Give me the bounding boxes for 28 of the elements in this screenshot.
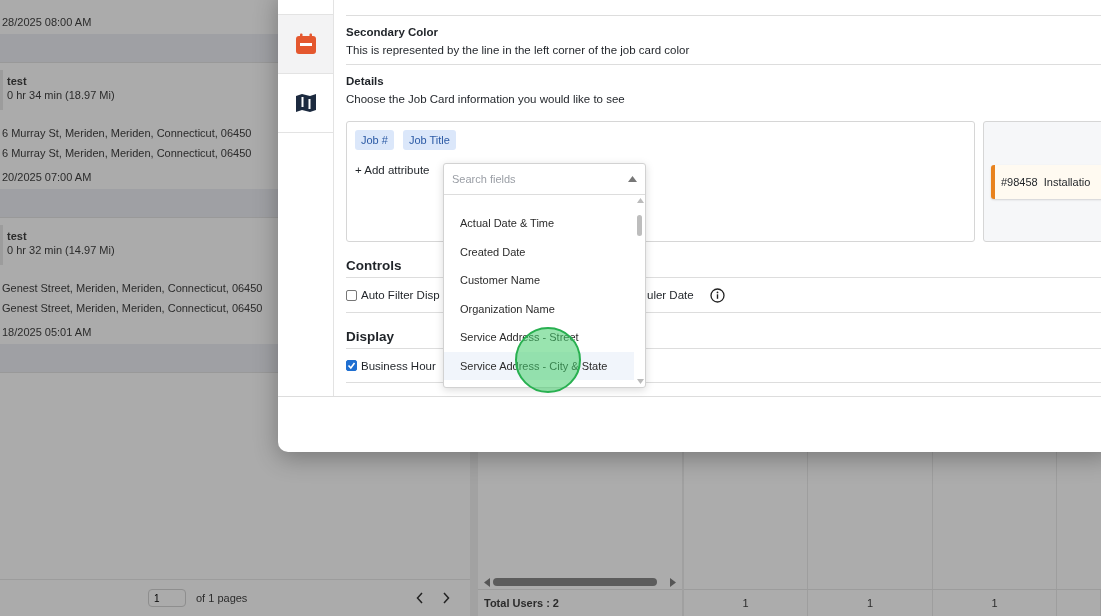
job-date: 20/2025 07:00 AM: [1, 170, 92, 185]
total-cell: 1: [742, 597, 749, 609]
attribute-chip[interactable]: Job Title: [402, 130, 456, 150]
job-title: test: [7, 74, 27, 87]
checkbox-label: Business Hour: [361, 359, 436, 372]
section-title: Details: [346, 75, 385, 87]
total-cell: 1: [866, 597, 874, 609]
section-description: Choose the Job Card information you would like to see: [346, 93, 626, 105]
job-duration: 0 hr 34 min (18.97 Mi): [7, 88, 115, 101]
section-description: This is represented by the line in the left corner of the job card color: [346, 44, 691, 56]
job-date: 28/2025 08:00 AM: [1, 15, 92, 30]
job-card-preview: #98458 Installatio: [991, 164, 1101, 199]
section-title: Secondary Color: [346, 26, 440, 38]
checkbox-label: Auto Filter Disp: [361, 289, 440, 301]
job-address: Genest Street, Meriden, Meriden, Connecticut, 06450: [2, 282, 263, 294]
job-date: 18/2025 05:01 AM: [1, 325, 92, 340]
total-cell: 1: [991, 597, 998, 609]
add-attribute-link[interactable]: + Add attribute: [355, 164, 430, 176]
page-input[interactable]: 1: [148, 589, 186, 607]
job-address: 6 Murray St, Meriden, Meriden, Connecticut, 06450: [2, 127, 252, 139]
search-field[interactable]: Search fields: [452, 173, 628, 185]
job-duration: 0 hr 32 min (14.97 Mi): [7, 243, 115, 256]
job-title: test: [7, 229, 27, 242]
attribute-chip[interactable]: Job #: [355, 130, 394, 150]
job-address: 6 Murray St, Meriden, Meriden, Connecticut, 06450: [2, 147, 252, 159]
job-address: Genest Street, Meriden, Meriden, Connecticut, 06450: [2, 302, 263, 314]
checkbox-label: uler Date: [647, 289, 694, 301]
page-count: of 1 pages: [196, 592, 248, 604]
